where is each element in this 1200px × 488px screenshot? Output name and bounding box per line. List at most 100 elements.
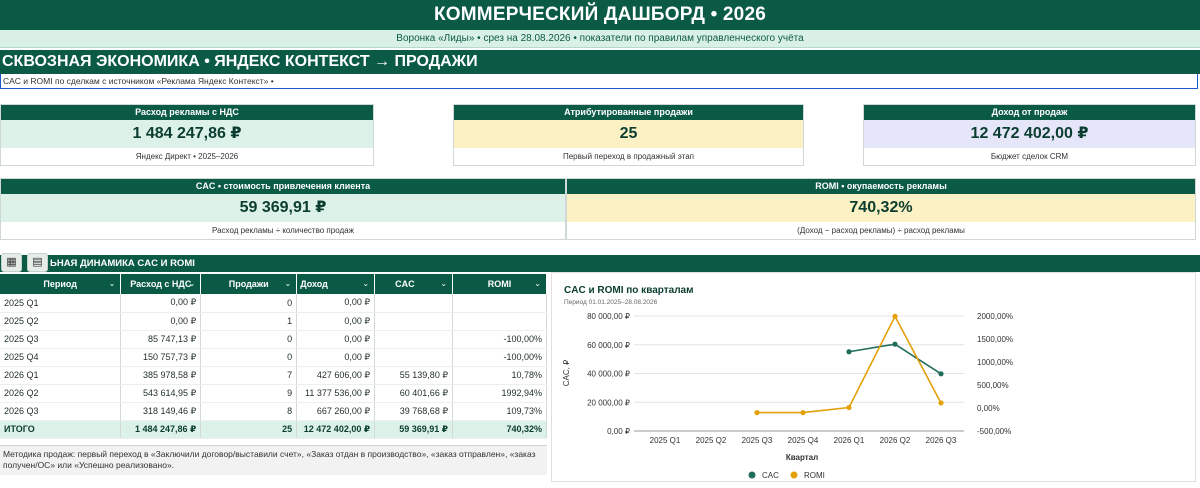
table-view-icon[interactable]: ▦ — [1, 253, 22, 272]
table-cell[interactable]: 0,00 ₽ — [296, 330, 376, 349]
table-cell[interactable]: 2025 Q3 — [0, 330, 122, 349]
kpi-label: Расход рекламы с НДС — [1, 105, 373, 120]
table-body: 2025 Q1 0,00 ₽0 0,00 ₽2025 Q2 0,00 ₽1 0,00 ₽… — [0, 294, 547, 439]
kpi-value: 1 484 247,86 ₽ — [1, 120, 373, 148]
section-note[interactable]: CAC и ROMI по сделкам с источником «Рекл… — [0, 74, 1198, 89]
table-cell[interactable]: 9 — [200, 384, 298, 403]
kpi-value: 59 369,91 ₽ — [1, 194, 565, 222]
table-row: 2025 Q1 0,00 ₽0 0,00 ₽ — [0, 294, 547, 313]
table-cell[interactable]: 667 260,00 ₽ — [296, 402, 376, 421]
table-cell[interactable]: 318 149,46 ₽ — [120, 402, 202, 421]
kpi-label: Атрибутированные продажи — [454, 105, 803, 120]
table-cell[interactable]: 0,00 ₽ — [120, 294, 202, 313]
table-cell[interactable]: 2025 Q1 — [0, 294, 122, 313]
table-cell[interactable]: 0,00 ₽ — [296, 294, 376, 313]
kpi-footnote: Расход рекламы ÷ количество продаж — [1, 222, 565, 239]
chevron-down-icon[interactable]: ⌄ — [284, 279, 291, 289]
chevron-down-icon[interactable]: ⌄ — [109, 279, 116, 289]
table-cell[interactable] — [452, 294, 547, 313]
x-tick-label: 2025 Q2 — [696, 436, 727, 445]
table-cell[interactable]: 55 139,80 ₽ — [374, 366, 454, 385]
y-axis-title: CAC, ₽ — [562, 360, 571, 386]
table-cell[interactable] — [374, 294, 454, 313]
table-cell[interactable]: 1992,94% — [452, 384, 547, 403]
table-cell[interactable]: 2026 Q1 — [0, 366, 122, 385]
column-header-sales[interactable]: Продажи ⌄ — [200, 274, 298, 294]
x-tick-label: 2026 Q2 — [880, 436, 911, 445]
table-cell[interactable]: 2026 Q3 — [0, 402, 122, 421]
column-header-romi[interactable]: ROMI ⌄ — [452, 274, 547, 294]
y-tick-label: 20 000,00 ₽ — [587, 398, 630, 407]
series-line-romi — [757, 314, 942, 414]
table-cell[interactable]: 0 — [200, 294, 298, 313]
column-header-revenue[interactable]: Доход ⌄ — [296, 274, 376, 294]
table-cell[interactable] — [374, 330, 454, 349]
table-cell[interactable]: -100,00% — [452, 330, 547, 349]
kpi-footnote: (Доход − расход рекламы) ÷ расход реклам… — [567, 222, 1195, 239]
chart-subtitle: Период 01.01.2025–28.08.2026 — [564, 299, 658, 306]
y2-tick-label: 2000,00% — [977, 312, 1013, 321]
table-cell[interactable]: 10,78% — [452, 366, 547, 385]
y2-tick-label: -500,00% — [977, 427, 1011, 436]
table-cell[interactable]: 0 — [200, 330, 298, 349]
y-tick-label: 60 000,00 ₽ — [587, 341, 630, 350]
chevron-down-icon[interactable]: ⌄ — [534, 279, 541, 289]
chart-title: CAC и ROMI по кварталам — [564, 285, 694, 296]
chevron-down-icon[interactable]: ⌄ — [362, 279, 369, 289]
series-line-cac — [848, 343, 942, 375]
kpi-card-cac: CAC • стоимость привлечения клиента 59 3… — [0, 178, 566, 240]
table-cell[interactable]: 25 — [200, 420, 298, 439]
table-cell[interactable]: 2026 Q2 — [0, 384, 122, 403]
table-cell[interactable]: 11 377 536,00 ₽ — [296, 384, 376, 403]
x-tick-label: 2025 Q4 — [788, 436, 819, 445]
data-point-romi — [754, 410, 760, 416]
table-cell[interactable] — [374, 348, 454, 367]
chart-view-icon[interactable]: ▤ — [27, 253, 48, 272]
chevron-down-icon[interactable]: ⌄ — [189, 279, 196, 289]
dashboard-subtitle: Воронка «Лиды» • срез на 28.08.2026 • по… — [0, 30, 1200, 48]
kpi-label: Доход от продаж — [864, 105, 1195, 120]
table-cell[interactable]: 740,32% — [452, 420, 547, 439]
table-cell[interactable]: 0 — [200, 348, 298, 367]
table-row: 2025 Q2 0,00 ₽1 0,00 ₽ — [0, 312, 547, 331]
y2-tick-label: 0,00% — [977, 404, 1000, 413]
chevron-down-icon[interactable]: ⌄ — [440, 279, 447, 289]
kpi-card-revenue: Доход от продаж 12 472 402,00 ₽ Бюджет с… — [863, 104, 1196, 166]
table-cell[interactable]: 1 484 247,86 ₽ — [120, 420, 202, 439]
table-cell[interactable] — [452, 312, 547, 331]
table-cell[interactable]: 109,73% — [452, 402, 547, 421]
table-cell[interactable]: 60 401,66 ₽ — [374, 384, 454, 403]
kpi-value: 740,32% — [567, 194, 1195, 222]
table-cell[interactable] — [374, 312, 454, 331]
section-title-economics: СКВОЗНАЯ ЭКОНОМИКА • ЯНДЕКС КОНТЕКСТ → П… — [0, 50, 1200, 74]
table-cell[interactable]: 39 768,68 ₽ — [374, 402, 454, 421]
table-cell[interactable]: 0,00 ₽ — [120, 312, 202, 331]
methodology-note: Методика продаж: первый переход в «Заклю… — [0, 445, 547, 475]
table-cell[interactable]: -100,00% — [452, 348, 547, 367]
table-cell[interactable]: 7 — [200, 366, 298, 385]
table-row: 2026 Q2 543 614,95 ₽9 11 377 536,00 ₽60 40… — [0, 384, 547, 403]
table-cell[interactable]: 2025 Q4 — [0, 348, 122, 367]
table-cell[interactable]: 0,00 ₽ — [296, 312, 376, 331]
kpi-card-ad-spend: Расход рекламы с НДС 1 484 247,86 ₽ Янде… — [0, 104, 374, 166]
table-cell[interactable]: 2025 Q2 — [0, 312, 122, 331]
table-cell[interactable]: 385 978,58 ₽ — [120, 366, 202, 385]
kpi-footnote: Первый переход в продажный этап — [454, 148, 803, 165]
table-cell[interactable]: 543 614,95 ₽ — [120, 384, 202, 403]
table-cell[interactable]: ИТОГО — [0, 420, 122, 439]
table-cell[interactable]: 427 606,00 ₽ — [296, 366, 376, 385]
kpi-footnote: Бюджет сделок CRM — [864, 148, 1195, 165]
column-header-cac[interactable]: CAC ⌄ — [374, 274, 454, 294]
table-cell[interactable]: 150 757,73 ₽ — [120, 348, 202, 367]
x-tick-label: 2026 Q3 — [926, 436, 957, 445]
chart-panel: CAC и ROMI по кварталам Период 01.01.2025… — [551, 272, 1196, 482]
table-cell[interactable]: 85 747,13 ₽ — [120, 330, 202, 349]
table-cell[interactable]: 1 — [200, 312, 298, 331]
table-cell[interactable]: 59 369,91 ₽ — [374, 420, 454, 439]
column-header-period[interactable]: Период ⌄ — [0, 274, 122, 294]
table-row: 2025 Q3 85 747,13 ₽0 0,00 ₽ -100,00% — [0, 330, 547, 349]
table-cell[interactable]: 8 — [200, 402, 298, 421]
column-header-ad-spend[interactable]: Расход с НДС ⌄ — [120, 274, 202, 294]
table-cell[interactable]: 0,00 ₽ — [296, 348, 376, 367]
table-cell[interactable]: 12 472 402,00 ₽ — [296, 420, 376, 439]
